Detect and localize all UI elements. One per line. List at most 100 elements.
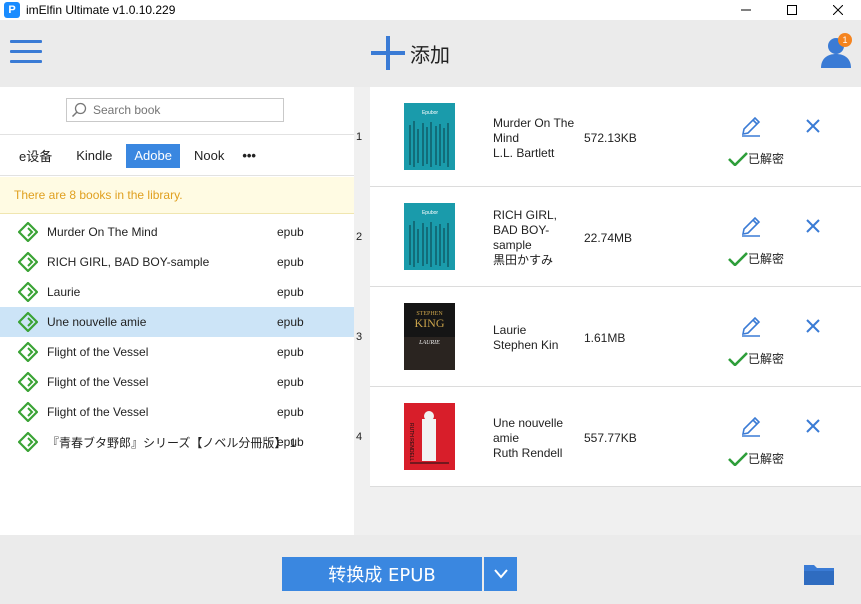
decrypted-status: 已解密 xyxy=(728,350,784,367)
book-format: epub xyxy=(277,345,304,359)
edit-icon[interactable] xyxy=(740,415,762,437)
tab-edevice[interactable]: e设备 xyxy=(11,144,60,168)
svg-text:LAURIE: LAURIE xyxy=(418,340,440,346)
book-info: Laurie Stephen Kin xyxy=(493,323,559,352)
window-title: imElfin Ultimate v1.0.10.229 xyxy=(26,3,176,17)
book-info: Une nouvelle amie Ruth Rendell xyxy=(493,416,564,460)
row-number: 1 xyxy=(356,131,363,143)
check-icon xyxy=(728,251,748,266)
epub-icon xyxy=(18,432,38,452)
edit-icon[interactable] xyxy=(740,315,762,337)
library-count-notice: There are 8 books in the library. xyxy=(0,177,354,214)
remove-icon[interactable] xyxy=(804,417,822,435)
epub-icon xyxy=(18,342,38,362)
header-bar: 添加 1 xyxy=(0,20,861,87)
epub-icon xyxy=(18,252,38,272)
edit-icon[interactable] xyxy=(740,215,762,237)
row-number: 3 xyxy=(356,331,363,343)
conversion-item: Epubor RICH GIRL, BAD BOY- sample 黒田かすみ … xyxy=(370,187,861,287)
tab-adobe[interactable]: Adobe xyxy=(126,143,180,168)
more-tabs-button[interactable]: ••• xyxy=(234,144,264,168)
book-list-item[interactable]: Flight of the Vessel epub xyxy=(0,367,354,397)
decrypted-status: 已解密 xyxy=(728,150,784,167)
conversion-item: Epubor Murder On The Mind L.L. Bartlett … xyxy=(370,87,861,187)
book-title: Une nouvelle amie xyxy=(47,315,147,329)
app-icon: P xyxy=(4,2,20,18)
epub-icon xyxy=(18,282,38,302)
search-input[interactable] xyxy=(93,103,273,117)
epub-icon xyxy=(18,402,38,422)
book-list-item[interactable]: Flight of the Vessel epub xyxy=(0,397,354,427)
conversion-item: RUTH RENDELL Une nouvelle amie Ruth Rend… xyxy=(370,387,861,487)
file-size: 572.13KB xyxy=(584,131,637,145)
decrypted-status: 已解密 xyxy=(728,250,784,267)
library-panel: e设备 Kindle Adobe Nook ••• There are 8 bo… xyxy=(0,87,354,535)
file-size: 557.77KB xyxy=(584,431,637,445)
check-icon xyxy=(728,451,748,466)
add-button[interactable]: 添加 xyxy=(370,35,450,71)
book-cover: STEPHEN KING LAURIE xyxy=(404,303,455,370)
file-size: 1.61MB xyxy=(584,331,626,345)
check-icon xyxy=(728,351,748,366)
panel-divider xyxy=(354,87,370,535)
book-list-item[interactable]: RICH GIRL, BAD BOY-sample epub xyxy=(0,247,354,277)
maximize-icon[interactable] xyxy=(769,0,815,20)
book-cover: Epubor xyxy=(404,203,455,270)
convert-button[interactable]: 转换成 EPUB xyxy=(282,557,482,591)
epub-icon xyxy=(18,312,38,332)
svg-text:Epubor: Epubor xyxy=(422,110,438,116)
add-label: 添加 xyxy=(410,42,450,67)
remove-icon[interactable] xyxy=(804,217,822,235)
book-list-item[interactable]: Flight of the Vessel epub xyxy=(0,337,354,367)
file-size: 22.74MB xyxy=(584,231,633,245)
book-list-item[interactable]: 『青春ブタ野郎』シリーズ【ノベル分冊版】 1 epub xyxy=(0,427,354,457)
epub-icon xyxy=(18,222,38,242)
book-cover: RUTH RENDELL xyxy=(404,403,455,470)
decrypted-status: 已解密 xyxy=(728,450,784,467)
book-list: Murder On The Mind epub RICH GIRL, BAD BOY… xyxy=(0,217,354,457)
book-format: epub xyxy=(277,225,304,239)
svg-text:RUTH RENDELL: RUTH RENDELL xyxy=(408,423,414,462)
search-icon xyxy=(71,102,87,118)
tab-nook[interactable]: Nook xyxy=(186,144,232,168)
plus-icon xyxy=(371,36,405,70)
edit-icon[interactable] xyxy=(740,115,762,137)
conversion-panel: Epubor Murder On The Mind L.L. Bartlett … xyxy=(370,87,861,535)
remove-icon[interactable] xyxy=(804,317,822,335)
svg-text:KING: KING xyxy=(415,316,445,330)
book-list-item[interactable]: Murder On The Mind epub xyxy=(0,217,354,247)
book-format: epub xyxy=(277,255,304,269)
book-format: epub xyxy=(277,375,304,389)
minimize-icon[interactable] xyxy=(723,0,769,20)
book-format: epub xyxy=(277,315,304,329)
book-title: Flight of the Vessel xyxy=(47,345,149,359)
book-list-item[interactable]: Une nouvelle amie epub xyxy=(0,307,354,337)
hamburger-menu-icon[interactable] xyxy=(10,40,42,66)
folder-icon[interactable] xyxy=(803,562,835,586)
book-title: Murder On The Mind xyxy=(47,225,158,239)
source-tabs: e设备 Kindle Adobe Nook ••• xyxy=(0,136,354,176)
book-info: RICH GIRL, BAD BOY- sample 黒田かすみ xyxy=(493,208,558,267)
book-cover: Epubor xyxy=(404,103,455,170)
search-area xyxy=(0,87,354,135)
search-box[interactable] xyxy=(66,98,284,122)
book-format: epub xyxy=(277,405,304,419)
row-number: 4 xyxy=(356,431,363,443)
window-controls xyxy=(723,0,861,20)
book-title: Flight of the Vessel xyxy=(47,405,149,419)
book-title: RICH GIRL, BAD BOY-sample xyxy=(47,255,210,269)
book-title: Laurie xyxy=(47,285,81,299)
remove-icon[interactable] xyxy=(804,117,822,135)
epub-icon xyxy=(18,372,38,392)
tab-kindle[interactable]: Kindle xyxy=(68,144,120,168)
book-format: epub xyxy=(277,435,304,449)
row-number: 2 xyxy=(356,231,363,243)
book-info: Murder On The Mind L.L. Bartlett xyxy=(493,116,575,160)
svg-text:Epubor: Epubor xyxy=(422,210,438,216)
book-list-item[interactable]: Laurie epub xyxy=(0,277,354,307)
close-icon[interactable] xyxy=(815,0,861,20)
book-title: Flight of the Vessel xyxy=(47,375,149,389)
footer-bar: 转换成 EPUB xyxy=(0,535,861,604)
check-icon xyxy=(728,151,748,166)
chevron-down-icon[interactable] xyxy=(484,557,517,591)
